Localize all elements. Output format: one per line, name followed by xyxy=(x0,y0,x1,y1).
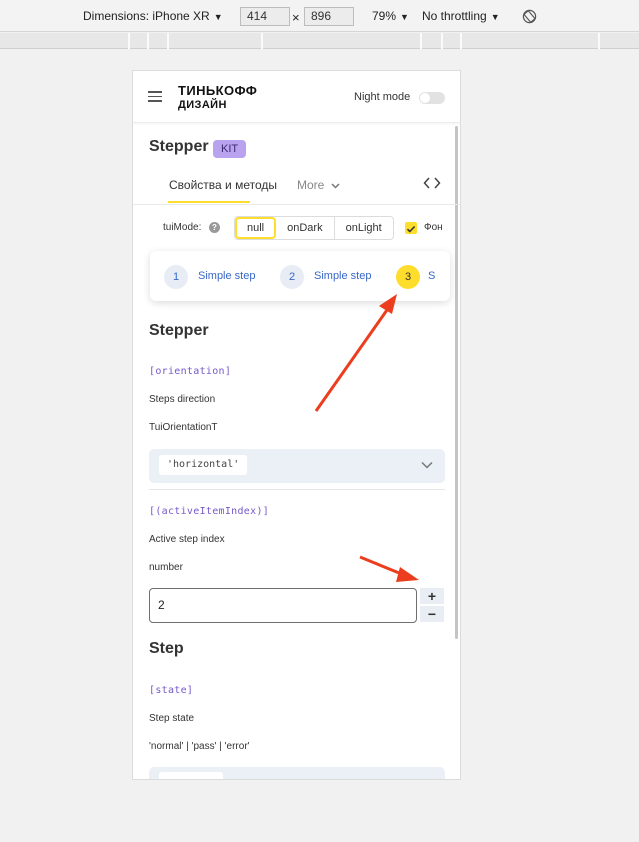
orientation-value: 'horizontal' xyxy=(159,455,248,475)
background-label: Фон xyxy=(424,222,443,233)
logo-line-2: ДИЗАЙН xyxy=(178,99,227,111)
state-description: Step state xyxy=(149,713,195,724)
throttling-selector[interactable]: No throttling ▼ xyxy=(422,9,500,23)
stepper-demo: 1 Simple step 2 Simple step 3 S xyxy=(150,251,450,301)
device-selector[interactable]: Dimensions: iPhone XR ▼ xyxy=(83,9,223,23)
toggle-knob xyxy=(420,93,430,103)
active-tab-indicator xyxy=(168,201,250,203)
devtools-toolbar: Dimensions: iPhone XR ▼ 414 × 896 79% ▼ No… xyxy=(0,0,639,32)
step-number: 2 xyxy=(280,265,304,289)
mode-option-onlight[interactable]: onLight xyxy=(335,217,393,239)
orientation-type: TuiOrientationT xyxy=(149,422,218,433)
decrement-button[interactable]: − xyxy=(420,606,444,622)
tab-properties[interactable]: Свойства и методы xyxy=(169,178,277,192)
active-index-description: Active step index xyxy=(149,534,225,545)
code-icon[interactable] xyxy=(423,175,441,191)
active-index-type: number xyxy=(149,562,183,573)
mode-label: tuiMode: xyxy=(163,222,202,233)
app-header: ТИНЬКОФФ ДИЗАЙН Night mode xyxy=(133,71,460,123)
state-select[interactable] xyxy=(149,767,445,779)
step-heading: Step xyxy=(149,640,184,657)
height-input[interactable]: 896 xyxy=(304,7,354,26)
step-label: Simple step xyxy=(314,270,372,282)
orientation-property: [orientation] xyxy=(149,366,232,377)
device-label: Dimensions: iPhone XR xyxy=(83,9,210,23)
check-icon xyxy=(406,225,416,233)
menu-icon[interactable] xyxy=(148,91,162,102)
logo[interactable]: ТИНЬКОФФ ДИЗАЙН xyxy=(178,84,257,112)
stepper-heading: Stepper xyxy=(149,322,209,339)
background-checkbox[interactable] xyxy=(405,222,417,234)
dropdown-caret-icon: ▼ xyxy=(490,12,500,22)
throttling-label: No throttling xyxy=(422,9,487,23)
step-label: S xyxy=(428,270,436,282)
orientation-select[interactable]: 'horizontal' xyxy=(149,449,445,483)
width-input[interactable]: 414 xyxy=(240,7,290,26)
active-index-input[interactable]: 2 xyxy=(149,588,417,623)
tab-more[interactable]: More xyxy=(297,178,340,192)
state-property: [state] xyxy=(149,685,194,696)
night-mode-toggle[interactable] xyxy=(419,92,445,104)
step-number: 1 xyxy=(164,265,188,289)
logo-line-1: ТИНЬКОФФ xyxy=(178,83,258,98)
device-viewport: ТИНЬКОФФ ДИЗАЙН Night mode Stepper KIT С… xyxy=(132,70,461,780)
night-mode-label: Night mode xyxy=(354,91,411,103)
dropdown-caret-icon: ▼ xyxy=(400,12,409,22)
tabs-bar: Свойства и методы More xyxy=(133,163,460,205)
zoom-label: 79% xyxy=(372,9,397,23)
state-type: 'normal' | 'pass' | 'error' xyxy=(149,741,250,752)
dropdown-caret-icon: ▼ xyxy=(213,12,223,22)
mode-option-null[interactable]: null xyxy=(235,217,277,239)
tab-more-label: More xyxy=(297,178,325,192)
active-index-property: [(activeItemIndex)] xyxy=(149,506,270,517)
media-query-ruler[interactable] xyxy=(0,33,639,49)
dimension-separator: × xyxy=(292,10,300,25)
chevron-down-icon xyxy=(331,183,340,189)
chevron-down-icon xyxy=(421,461,433,469)
mode-switcher: null onDark onLight xyxy=(234,216,394,240)
step-number: 3 xyxy=(396,265,420,289)
rotate-icon[interactable] xyxy=(522,9,537,24)
increment-button[interactable]: + xyxy=(420,588,444,604)
help-icon[interactable]: ? xyxy=(209,222,220,233)
zoom-selector[interactable]: 79% ▼ xyxy=(372,9,409,23)
state-value-chip xyxy=(159,772,223,779)
divider xyxy=(149,489,445,490)
orientation-description: Steps direction xyxy=(149,394,216,405)
step-label: Simple step xyxy=(198,270,256,282)
kit-badge: KIT xyxy=(213,140,247,158)
page-title: Stepper xyxy=(149,138,209,155)
mode-option-ondark[interactable]: onDark xyxy=(276,217,335,239)
